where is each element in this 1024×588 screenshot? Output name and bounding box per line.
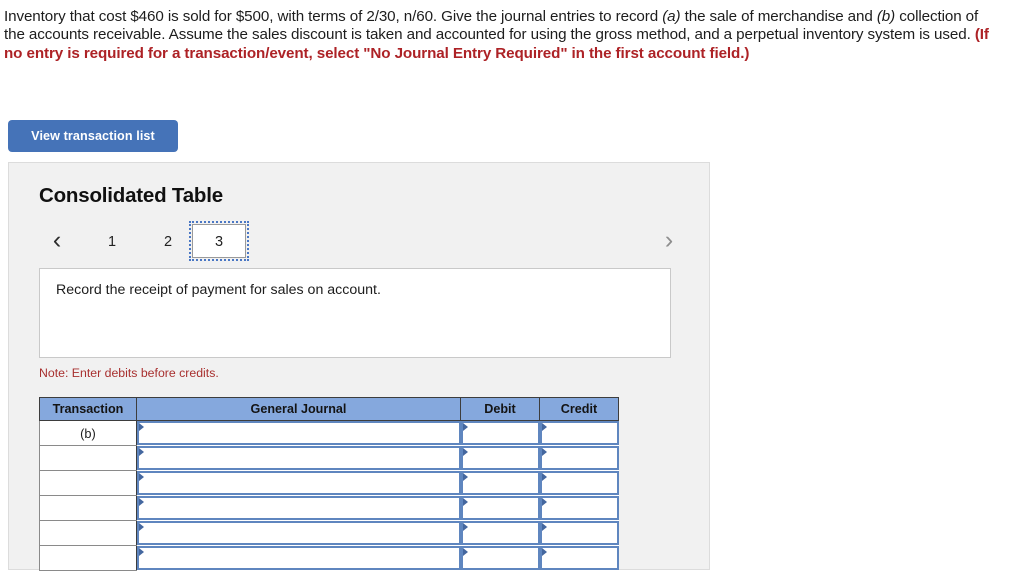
credit-input[interactable] — [539, 546, 619, 570]
dropdown-marker-icon — [541, 498, 547, 506]
chevron-left-icon[interactable]: ‹ — [43, 225, 71, 257]
table-header-row: Transaction General Journal Debit Credit — [39, 397, 619, 421]
debit-input[interactable] — [460, 421, 540, 446]
debit-cell — [460, 545, 540, 571]
table-row — [39, 520, 619, 546]
general-journal-cell — [136, 470, 461, 496]
transaction-cell — [39, 445, 137, 471]
problem-statement-segment-0: Inventory that cost $460 is sold for $50… — [4, 8, 663, 25]
page-title: Consolidated Table — [39, 184, 223, 207]
table-row — [39, 545, 619, 571]
pager: ‹ 1 2 3 › — [37, 221, 685, 267]
chevron-right-icon[interactable]: › — [655, 225, 683, 257]
dropdown-marker-icon — [541, 473, 547, 481]
dropdown-marker-icon — [462, 448, 468, 456]
dropdown-marker-icon — [462, 498, 468, 506]
credit-cell — [539, 445, 619, 471]
general-journal-cell — [136, 495, 461, 521]
debit-input[interactable] — [460, 471, 540, 495]
credit-cell — [539, 520, 619, 546]
debit-cell — [460, 420, 540, 446]
debit-cell — [460, 495, 540, 521]
debit-cell — [460, 470, 540, 496]
general-journal-cell — [136, 420, 461, 446]
pager-tab-2[interactable]: 2 — [141, 224, 195, 258]
problem-statement-segment-1: (a) — [662, 8, 681, 25]
transaction-cell: (b) — [39, 420, 137, 446]
table-row: (b) — [39, 420, 619, 446]
debits-before-credits-note: Note: Enter debits before credits. — [39, 366, 219, 380]
credit-input[interactable] — [539, 496, 619, 520]
debit-cell — [460, 520, 540, 546]
table-row — [39, 445, 619, 471]
credit-cell — [539, 495, 619, 521]
debit-input[interactable] — [460, 496, 540, 520]
dropdown-marker-icon — [139, 448, 144, 456]
dropdown-marker-icon — [139, 473, 144, 481]
table-row — [39, 495, 619, 521]
general-journal-input[interactable] — [137, 521, 461, 545]
transaction-cell — [39, 520, 137, 546]
general-journal-cell — [136, 545, 461, 571]
dropdown-marker-icon — [139, 498, 144, 506]
debit-input[interactable] — [460, 521, 540, 545]
credit-cell — [539, 420, 619, 446]
general-journal-input[interactable] — [137, 421, 461, 446]
dropdown-marker-icon — [462, 423, 468, 432]
column-header-general-journal: General Journal — [136, 397, 461, 421]
credit-input[interactable] — [539, 421, 619, 446]
problem-statement-segment-3: (b) — [876, 8, 896, 25]
pager-tab-1[interactable]: 1 — [85, 224, 139, 258]
dropdown-marker-icon — [462, 523, 468, 531]
credit-cell — [539, 470, 619, 496]
general-journal-input[interactable] — [137, 471, 461, 495]
column-header-debit: Debit — [460, 397, 540, 421]
transaction-description-text: Record the receipt of payment for sales … — [56, 282, 381, 298]
journal-entry-table: Transaction General Journal Debit Credit… — [39, 397, 619, 571]
transaction-cell — [39, 545, 137, 571]
dropdown-marker-icon — [541, 523, 547, 531]
table-row — [39, 470, 619, 496]
credit-input[interactable] — [539, 446, 619, 470]
problem-statement: Inventory that cost $460 is sold for $50… — [4, 8, 989, 63]
debit-input[interactable] — [460, 446, 540, 470]
dropdown-marker-icon — [139, 548, 144, 556]
credit-cell — [539, 545, 619, 571]
pager-tab-3[interactable]: 3 — [189, 221, 249, 261]
general-journal-cell — [136, 445, 461, 471]
transaction-cell — [39, 495, 137, 521]
column-header-credit: Credit — [539, 397, 619, 421]
dropdown-marker-icon — [541, 423, 547, 432]
transaction-cell — [39, 470, 137, 496]
dropdown-marker-icon — [139, 523, 144, 531]
general-journal-input[interactable] — [137, 546, 461, 570]
dropdown-marker-icon — [462, 548, 468, 556]
column-header-transaction: Transaction — [39, 397, 137, 421]
dropdown-marker-icon — [139, 423, 144, 432]
dropdown-marker-icon — [462, 473, 468, 481]
credit-input[interactable] — [539, 521, 619, 545]
debit-cell — [460, 445, 540, 471]
transaction-description-box: Record the receipt of payment for sales … — [39, 268, 671, 358]
debit-input[interactable] — [460, 546, 540, 570]
consolidated-table-panel: Consolidated Table ‹ 1 2 3 › Record the … — [8, 162, 710, 571]
problem-statement-segment-2: the sale of merchandise and — [680, 8, 877, 25]
general-journal-input[interactable] — [137, 496, 461, 520]
dropdown-marker-icon — [541, 448, 547, 456]
general-journal-input[interactable] — [137, 446, 461, 470]
credit-input[interactable] — [539, 471, 619, 495]
view-transaction-list-button[interactable]: View transaction list — [8, 120, 178, 152]
general-journal-cell — [136, 520, 461, 546]
dropdown-marker-icon — [541, 548, 547, 556]
